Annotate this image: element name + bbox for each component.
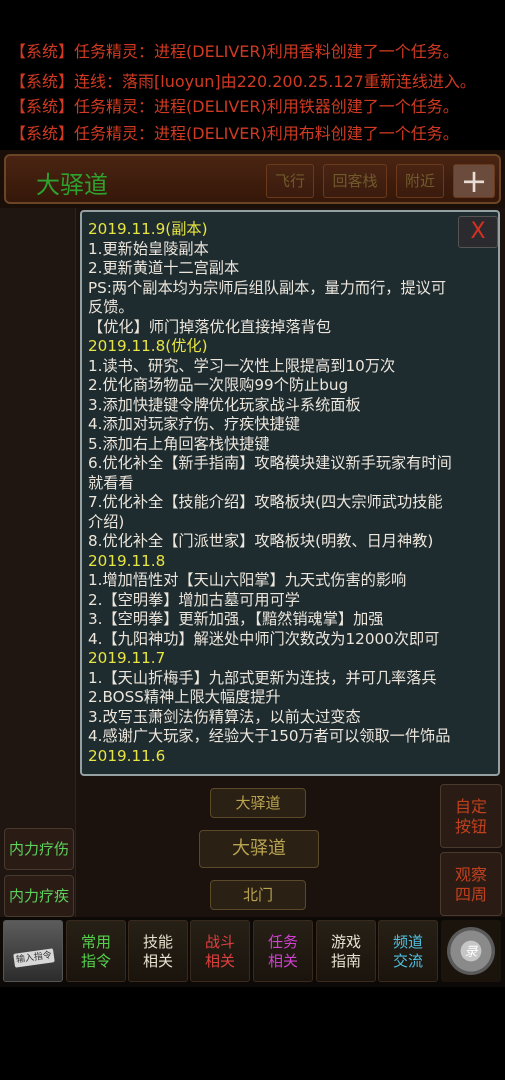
- announcement-line: 3.添加快捷键令牌优化玩家战斗系统面板: [88, 395, 361, 414]
- announcement-line: 4.感谢广大玩家，经验大于150万者可以领取一件饰品: [88, 727, 451, 745]
- bottom-menu-button[interactable]: 常用 指令: [66, 920, 126, 982]
- announcement-date: 2019.11.9(副本): [88, 220, 208, 238]
- bottom-menu-line1: 任务: [267, 933, 298, 951]
- announcement-line: 3.改写玉萧剑法伤精算法，以前太过变态: [88, 707, 361, 726]
- bottom-menu-line1: 技能: [142, 933, 173, 951]
- bottom-menu-line1: 战斗: [204, 933, 235, 951]
- bottom-menu-line2: 相关: [267, 952, 298, 970]
- heal-disease-button[interactable]: 内力疗疾: [4, 875, 74, 917]
- log-line: 【系统】任务精灵：进程(DELIVER)利用布料创建了一个任务。: [10, 124, 459, 143]
- announcement-line: 1.更新始皇陵副本: [88, 239, 209, 258]
- announcement-line: 1.读书、研究、学习一次性上限提高到10万次: [88, 356, 396, 375]
- bottom-menu-button[interactable]: 技能 相关: [128, 920, 188, 982]
- gear-label: 录: [464, 945, 478, 960]
- announcement-date: 2019.11.6: [88, 746, 166, 765]
- announcement-line: 1.【天山折梅手】九部式更新为连技，并可几率落兵: [88, 668, 437, 687]
- log-line: 【系统】任务精灵：进程(DELIVER)利用香料创建了一个任务。: [10, 42, 459, 61]
- bottom-menu-line1: 游戏: [330, 933, 361, 951]
- announcement-line: 2.BOSS精神上限大幅度提升: [88, 688, 281, 706]
- nearby-button[interactable]: 附近: [396, 164, 444, 198]
- announcement-popup[interactable]: 2019.11.9(副本) 1.更新始皇陵副本 2.更新黄道十二宫副本 PS:两个副本…: [80, 210, 500, 776]
- custom-button-line2: 按钮: [454, 817, 487, 836]
- gear-icon: 录: [447, 927, 495, 975]
- announcement-line: 5.添加右上角回客栈快捷键: [88, 434, 270, 453]
- announcement-line: 4.添加对玩家疗伤、疗疾快捷键: [88, 415, 300, 433]
- heal-injury-button[interactable]: 内力疗伤: [4, 828, 74, 870]
- bottom-menu-button[interactable]: 频道 交流: [378, 920, 438, 982]
- return-inn-button[interactable]: 回客栈: [323, 164, 387, 198]
- input-command-button[interactable]: 输入指令: [3, 920, 63, 982]
- observe-button-line1: 观察: [454, 865, 487, 884]
- record-gear-button[interactable]: 录: [441, 920, 501, 982]
- observe-button[interactable]: 观察 四周: [440, 852, 502, 916]
- announcement-line: 6.优化补全【新手指南】攻略模块建议新手玩家有时间: [88, 454, 452, 472]
- fly-button[interactable]: 飞行: [266, 164, 314, 198]
- log-line: 【系统】连线：落雨[luoyun]由220.200.25.127重新连线进入。: [10, 72, 476, 91]
- announcement-line: 8.优化补全【门派世家】攻略板块(明教、日月神教): [88, 532, 434, 550]
- announcement-line: 4.【九阳神功】解迷处中师门次数改为12000次即可: [88, 629, 440, 648]
- custom-button-line1: 自定: [454, 797, 487, 816]
- announcement-line: 介绍): [88, 512, 125, 531]
- announcement-date: 2019.11.8: [88, 551, 166, 570]
- location-name: 大驿道: [36, 171, 108, 199]
- bottom-menu-line2: 相关: [204, 952, 235, 970]
- bottom-menu-button[interactable]: 游戏 指南: [316, 920, 376, 982]
- system-log: 【系统】任务精灵：进程(DELIVER)利用香料创建了一个任务。 【系统】连线：…: [0, 0, 505, 150]
- announcement-date: 2019.11.7: [88, 649, 166, 667]
- announcement-date: 2019.11.8(优化): [88, 337, 208, 355]
- close-button[interactable]: X: [458, 216, 498, 248]
- bottom-menu-button[interactable]: 战斗 相关: [190, 920, 250, 982]
- announcement-line: 7.优化补全【技能介绍】攻略板块(四大宗师武功技能: [88, 493, 443, 511]
- bottom-menu-line1: 频道: [392, 933, 423, 951]
- location-bar: 大驿道 飞行 回客栈 附近 +: [0, 150, 505, 208]
- location-frame: 大驿道 飞行 回客栈 附近 +: [4, 154, 501, 204]
- bottom-menu-button[interactable]: 任务 相关: [253, 920, 313, 982]
- current-location-button[interactable]: 大驿道: [199, 830, 319, 868]
- left-strip: [0, 208, 76, 920]
- log-line: 【系统】任务精灵：进程(DELIVER)利用铁器创建了一个任务。: [10, 97, 459, 116]
- bottom-menu-line2: 相关: [142, 952, 173, 970]
- plus-button[interactable]: +: [453, 164, 495, 198]
- announcement-line: PS:两个副本均为宗师后组队副本，量力而行，提议可: [88, 278, 447, 297]
- input-command-label: 输入指令: [13, 948, 55, 968]
- bottom-menu-line1: 常用: [80, 933, 111, 951]
- announcement-line: 反馈。: [88, 298, 134, 316]
- bottom-menu-line2: 指南: [330, 952, 361, 970]
- bottom-menu-line2: 指令: [80, 952, 111, 970]
- announcement-line: 1.增加悟性对【天山六阳掌】九天式伤害的影响: [88, 571, 407, 589]
- announcement-line: 2.更新黄道十二宫副本: [88, 259, 240, 277]
- announcement-line: 3.【空明拳】更新加强，【黯然销魂掌】加强: [88, 610, 384, 628]
- observe-button-line2: 四周: [454, 885, 487, 904]
- announcement-line: 2.优化商场物品一次限购99个防止bug: [88, 376, 349, 394]
- announcement-line: 【优化】师门掉落优化直接掉落背包: [88, 317, 331, 336]
- announcement-line: 2.【空明拳】增加古墓可用可学: [88, 590, 300, 609]
- custom-button[interactable]: 自定 按钮: [440, 784, 502, 848]
- bottom-spacer: [0, 987, 505, 1080]
- announcement-line: 就看看: [88, 473, 134, 492]
- exit-button-road[interactable]: 大驿道: [210, 788, 306, 818]
- bottom-menu-line2: 交流: [392, 952, 423, 970]
- exit-button-north-gate[interactable]: 北门: [210, 880, 306, 910]
- announcement-content: 2019.11.9(副本) 1.更新始皇陵副本 2.更新黄道十二宫副本 PS:两个副本…: [88, 220, 486, 766]
